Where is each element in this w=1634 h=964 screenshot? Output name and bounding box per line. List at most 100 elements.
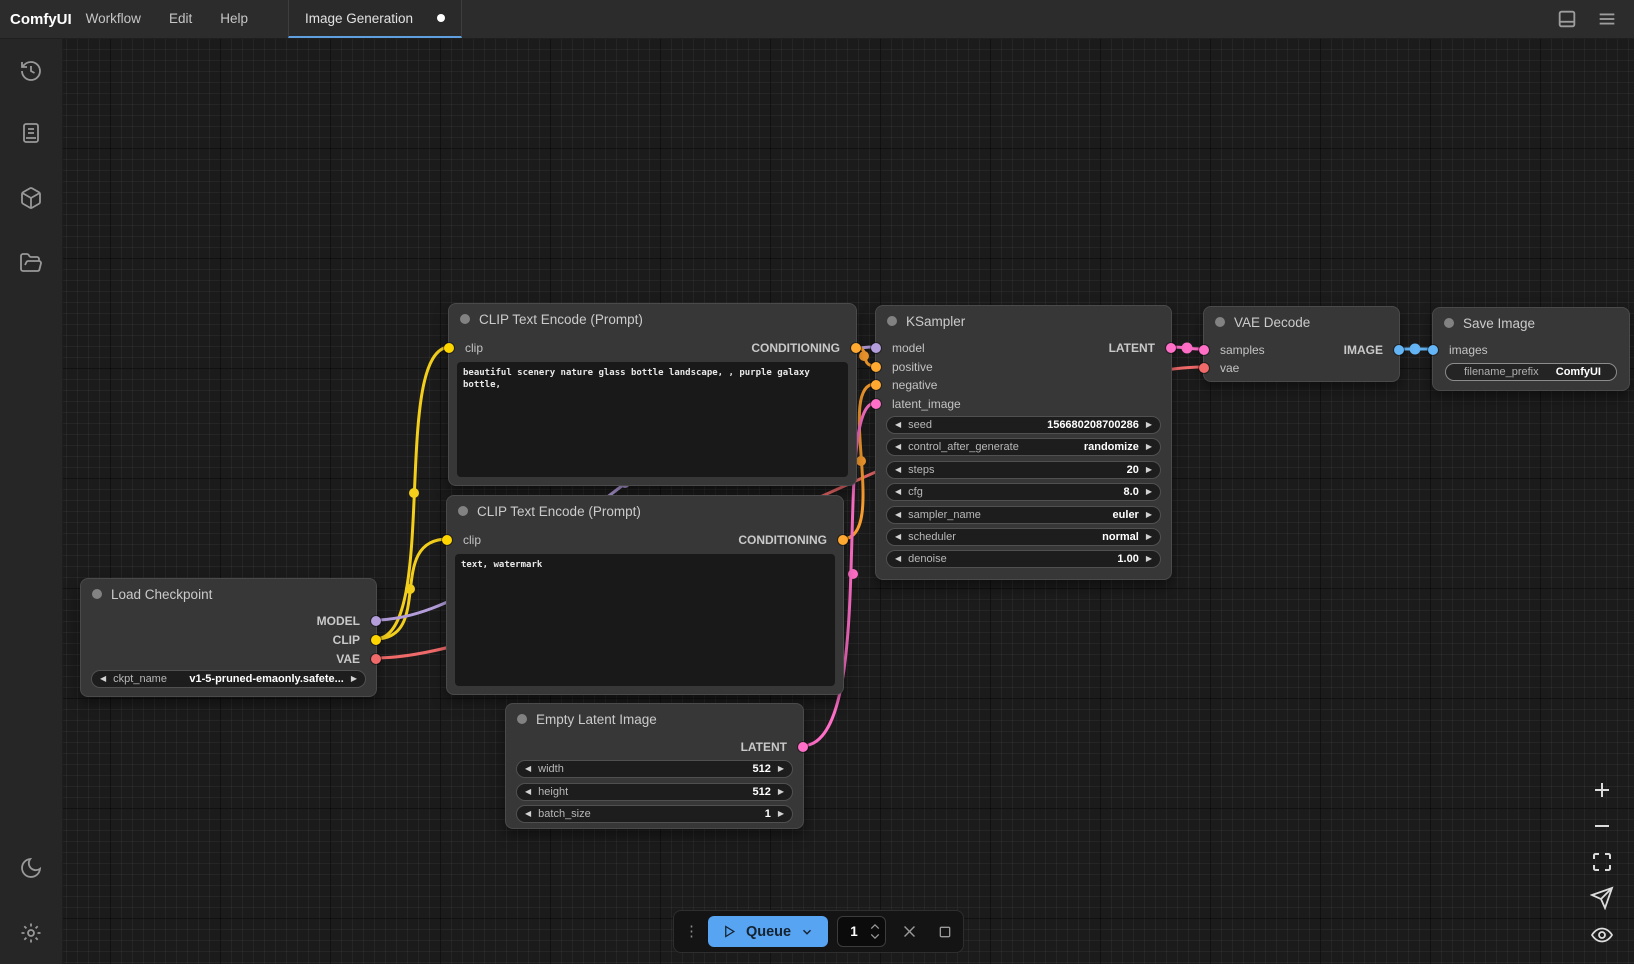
menu-workflow[interactable]: Workflow xyxy=(72,0,155,38)
output-port-conditioning[interactable] xyxy=(838,535,848,545)
history-icon[interactable] xyxy=(19,59,43,83)
widget-ckpt-name[interactable]: ◀ ckpt_name v1-5-pruned-emaonly.safete..… xyxy=(91,670,366,688)
node-clip-text-encode-positive[interactable]: CLIP Text Encode (Prompt) clip CONDITION… xyxy=(448,303,857,486)
decrement-arrow-icon[interactable]: ◀ xyxy=(895,443,901,451)
widget-sampler-name[interactable]: ◀ sampler_name euler ▶ xyxy=(886,506,1161,524)
input-port-latent-image[interactable] xyxy=(871,399,881,409)
increment-arrow-icon[interactable]: ▶ xyxy=(778,788,784,796)
input-port-samples[interactable] xyxy=(1199,345,1209,355)
decrement-arrow-icon[interactable]: ◀ xyxy=(525,788,531,796)
menu-help[interactable]: Help xyxy=(206,0,262,38)
collapse-dot[interactable] xyxy=(887,316,897,326)
decrement-arrow-icon[interactable]: ◀ xyxy=(895,488,901,496)
input-port-vae[interactable] xyxy=(1199,363,1209,373)
settings-gear-icon[interactable] xyxy=(19,921,43,945)
node-vae-decode[interactable]: VAE Decode samples vae IMAGE xyxy=(1203,306,1400,382)
widget-steps[interactable]: ◀ steps 20 ▶ xyxy=(886,461,1161,479)
workflows-folder-icon[interactable] xyxy=(19,251,43,275)
app-logo[interactable]: ComfyUI xyxy=(10,11,72,28)
node-ksampler[interactable]: KSampler model positive negative latent_… xyxy=(875,305,1172,580)
drag-handle-icon[interactable]: ⋮ xyxy=(684,924,699,939)
decrement-arrow-icon[interactable]: ◀ xyxy=(895,555,901,563)
node-clip-text-encode-negative[interactable]: CLIP Text Encode (Prompt) clip CONDITION… xyxy=(446,495,844,695)
input-port-images[interactable] xyxy=(1428,345,1438,355)
node-header[interactable]: Load Checkpoint xyxy=(81,579,376,609)
widget-filename-prefix[interactable]: filename_prefix ComfyUI xyxy=(1445,363,1617,381)
widget-control-after-generate[interactable]: ◀ control_after_generate randomize ▶ xyxy=(886,438,1161,456)
increment-arrow-icon[interactable]: ▶ xyxy=(1146,488,1152,496)
increment-arrow-icon[interactable]: ▶ xyxy=(1146,555,1152,563)
theme-toggle-moon-icon[interactable] xyxy=(19,856,43,880)
widget-scheduler[interactable]: ◀ scheduler normal ▶ xyxy=(886,528,1161,546)
decrement-arrow-icon[interactable]: ◀ xyxy=(895,466,901,474)
node-header[interactable]: CLIP Text Encode (Prompt) xyxy=(447,496,843,526)
increment-arrow-icon[interactable]: ▶ xyxy=(1146,421,1152,429)
increment-arrow-icon[interactable]: ▶ xyxy=(1146,443,1152,451)
collapse-dot[interactable] xyxy=(517,714,527,724)
menu-edit[interactable]: Edit xyxy=(155,0,206,38)
queue-button[interactable]: Queue xyxy=(708,916,828,947)
decrement-arrow-icon[interactable]: ◀ xyxy=(895,421,901,429)
pan-mode-button[interactable] xyxy=(1590,886,1614,910)
clear-queue-button[interactable] xyxy=(901,923,918,940)
widget-batch-size[interactable]: ◀ batch_size 1 ▶ xyxy=(516,805,793,823)
batch-count-input[interactable]: 1 xyxy=(837,916,886,947)
input-port-positive[interactable] xyxy=(871,362,881,372)
widget-seed[interactable]: ◀ seed 156680208700286 ▶ xyxy=(886,416,1161,434)
workflow-tab[interactable]: Image Generation xyxy=(288,0,462,38)
stop-button[interactable] xyxy=(937,924,953,940)
input-port-clip[interactable] xyxy=(444,343,454,353)
collapse-dot[interactable] xyxy=(1444,318,1454,328)
output-port-image[interactable] xyxy=(1394,345,1404,355)
node-header[interactable]: Save Image xyxy=(1433,308,1629,338)
node-header[interactable]: CLIP Text Encode (Prompt) xyxy=(449,304,856,334)
increment-arrow-icon[interactable]: ▶ xyxy=(778,765,784,773)
decrement-arrow-icon[interactable]: ◀ xyxy=(525,765,531,773)
widget-height[interactable]: ◀ height 512 ▶ xyxy=(516,783,793,801)
collapse-dot[interactable] xyxy=(458,506,468,516)
collapse-dot[interactable] xyxy=(1215,317,1225,327)
collapse-dot[interactable] xyxy=(460,314,470,324)
panel-bottom-icon[interactable] xyxy=(1556,8,1578,30)
input-port-model[interactable] xyxy=(871,343,881,353)
node-library-icon[interactable] xyxy=(19,121,43,145)
node-header[interactable]: KSampler xyxy=(876,306,1171,336)
increment-arrow-icon[interactable]: ▶ xyxy=(1146,466,1152,474)
increment-arrow-icon[interactable]: ▶ xyxy=(1146,511,1152,519)
output-port-latent[interactable] xyxy=(1166,343,1176,353)
increment-arrow-icon[interactable]: ▶ xyxy=(1146,533,1152,541)
increment-arrow-icon[interactable]: ▶ xyxy=(778,810,784,818)
decrement-arrow-icon[interactable]: ◀ xyxy=(895,511,901,519)
collapse-dot[interactable] xyxy=(92,589,102,599)
input-port-clip[interactable] xyxy=(442,535,452,545)
stepper-down-icon[interactable] xyxy=(870,933,880,940)
decrement-arrow-icon[interactable]: ◀ xyxy=(895,533,901,541)
output-port-vae[interactable] xyxy=(371,654,381,664)
decrement-arrow-icon[interactable]: ◀ xyxy=(525,810,531,818)
node-load-checkpoint[interactable]: Load Checkpoint MODEL CLIP VAE ◀ ckpt_na… xyxy=(80,578,377,697)
increment-arrow-icon[interactable]: ▶ xyxy=(351,675,357,683)
input-port-negative[interactable] xyxy=(871,380,881,390)
toggle-links-button[interactable] xyxy=(1590,923,1614,947)
chevron-down-icon[interactable] xyxy=(800,925,814,939)
zoom-out-button[interactable] xyxy=(1590,814,1614,838)
widget-denoise[interactable]: ◀ denoise 1.00 ▶ xyxy=(886,550,1161,568)
output-port-conditioning[interactable] xyxy=(851,343,861,353)
model-library-icon[interactable] xyxy=(19,186,43,210)
widget-cfg[interactable]: ◀ cfg 8.0 ▶ xyxy=(886,483,1161,501)
decrement-arrow-icon[interactable]: ◀ xyxy=(100,675,106,683)
stepper-up-icon[interactable] xyxy=(870,923,880,930)
negative-prompt-textarea[interactable]: text, watermark xyxy=(455,554,835,686)
menu-icon[interactable] xyxy=(1596,8,1618,30)
output-port-model[interactable] xyxy=(371,616,381,626)
node-header[interactable]: VAE Decode xyxy=(1204,307,1399,337)
output-port-clip[interactable] xyxy=(371,635,381,645)
fit-view-button[interactable] xyxy=(1590,850,1614,874)
node-header[interactable]: Empty Latent Image xyxy=(506,704,803,734)
output-port-latent[interactable] xyxy=(798,742,808,752)
node-empty-latent-image[interactable]: Empty Latent Image LATENT ◀ width 512 ▶ … xyxy=(505,703,804,829)
zoom-in-button[interactable] xyxy=(1590,778,1614,802)
positive-prompt-textarea[interactable]: beautiful scenery nature glass bottle la… xyxy=(457,362,848,477)
widget-width[interactable]: ◀ width 512 ▶ xyxy=(516,760,793,778)
node-save-image[interactable]: Save Image images filename_prefix ComfyU… xyxy=(1432,307,1630,391)
